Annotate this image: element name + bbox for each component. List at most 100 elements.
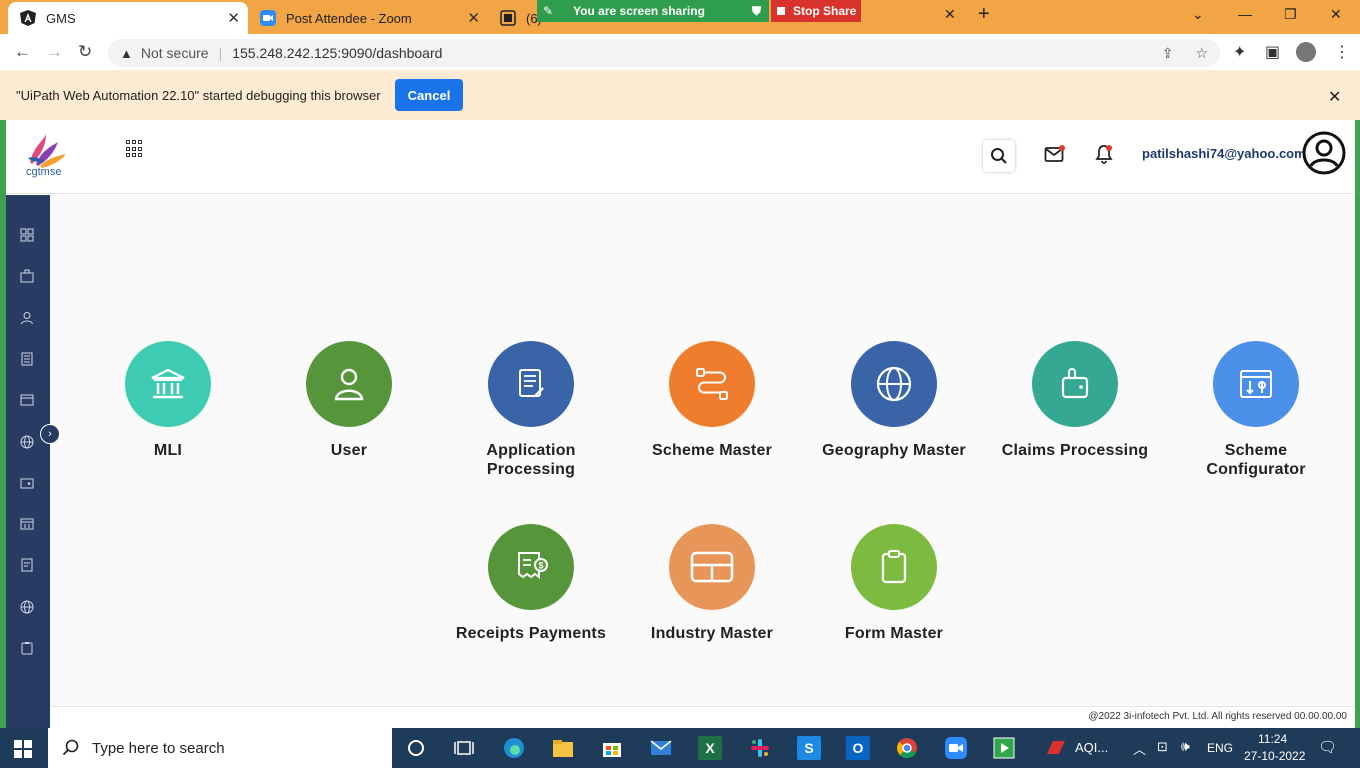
tab-other[interactable]: (6): [488, 2, 542, 34]
screen-share-banner: ✎ You are screen sharing ⛊: [537, 0, 769, 22]
document-icon[interactable]: [19, 351, 35, 367]
close-tab-icon[interactable]: ✕: [227, 9, 240, 27]
volume-icon[interactable]: 🕪: [1181, 738, 1190, 755]
tile-scheme-master[interactable]: Scheme Master: [632, 341, 792, 460]
notification-center-icon[interactable]: 🗨: [1318, 738, 1337, 756]
tile-label: Scheme Configurator: [1206, 442, 1306, 478]
tile-label: Industry Master: [650, 625, 774, 642]
wallet-icon[interactable]: [19, 475, 35, 491]
dashboard-icon[interactable]: [19, 227, 35, 243]
side-panel-icon[interactable]: ▣: [1265, 42, 1280, 62]
clock-time[interactable]: 11:24: [1258, 732, 1287, 746]
browser-tab-strip: GMS ✕ Post Attendee - Zoom ✕ (6) ✎ You a…: [0, 0, 1360, 34]
chevron-up-icon[interactable]: ︿: [1133, 739, 1146, 758]
tab-search-icon[interactable]: ⌄: [1192, 6, 1204, 23]
sync-app-icon[interactable]: S: [797, 736, 821, 760]
footer: @2022 3i-infotech Pvt. Ltd. All rights r…: [50, 706, 1355, 728]
tile-geography-master[interactable]: Geography Master: [814, 341, 974, 460]
outlook-icon[interactable]: O: [846, 736, 870, 760]
notification-badge: [1106, 145, 1112, 151]
store-icon[interactable]: [600, 736, 624, 760]
aqi-app-icon[interactable]: [1044, 736, 1068, 760]
config-icon: [1213, 341, 1299, 427]
receipt-icon: $: [488, 524, 574, 610]
back-icon[interactable]: ←: [14, 42, 31, 62]
apps-grid-icon[interactable]: [126, 140, 144, 158]
edge-icon[interactable]: [502, 736, 526, 760]
profile-icon[interactable]: [1296, 42, 1316, 62]
reload-icon[interactable]: ↻: [78, 42, 92, 62]
tile-industry-master[interactable]: Industry Master: [632, 524, 792, 643]
pencil-icon: ✎: [543, 4, 554, 18]
mail-icon[interactable]: [1044, 144, 1066, 166]
tile-claims-processing[interactable]: Claims Processing: [995, 341, 1155, 460]
stop-share-label: Stop Share: [793, 4, 857, 18]
clipboard-icon[interactable]: [19, 640, 35, 656]
minimize-icon[interactable]: —: [1238, 6, 1252, 22]
window-icon[interactable]: [19, 392, 35, 408]
task-view-icon[interactable]: [452, 736, 476, 760]
network-icon[interactable]: ⊡: [1157, 739, 1168, 755]
briefcase-icon[interactable]: [19, 268, 35, 284]
slack-icon[interactable]: [748, 736, 772, 760]
warning-icon: ▲: [120, 45, 133, 61]
close-tab-icon[interactable]: ✕: [944, 6, 956, 23]
config-icon[interactable]: [19, 516, 35, 532]
tile-scheme-configurator[interactable]: Scheme Configurator: [1176, 341, 1336, 479]
file-explorer-icon[interactable]: [551, 736, 575, 760]
cortana-icon[interactable]: [404, 736, 428, 760]
chrome-icon[interactable]: [895, 736, 919, 760]
user-avatar-icon[interactable]: [1302, 131, 1346, 175]
excel-icon[interactable]: X: [698, 736, 722, 760]
receipt-icon[interactable]: [19, 557, 35, 573]
windows-start-icon[interactable]: [14, 740, 32, 758]
tab-zoom[interactable]: Post Attendee - Zoom ✕: [248, 2, 488, 34]
taskbar-search-input[interactable]: Type here to search: [48, 728, 392, 768]
tile-application-processing[interactable]: Application Processing: [451, 341, 611, 479]
language-indicator[interactable]: ENG: [1207, 741, 1233, 755]
search-button[interactable]: [983, 140, 1015, 172]
tile-label: Application Processing: [486, 442, 576, 478]
player-icon[interactable]: [992, 736, 1016, 760]
screen-share-text: You are screen sharing: [573, 4, 705, 18]
zoom-icon[interactable]: [944, 736, 968, 760]
app-viewport: cgtmse patilshashi74@yahoo.com › MLI Use…: [6, 120, 1355, 728]
cancel-button[interactable]: Cancel: [395, 79, 463, 111]
user-email[interactable]: patilshashi74@yahoo.com: [1142, 146, 1306, 161]
close-tab-icon[interactable]: ✕: [467, 9, 480, 27]
document-edit-icon: [488, 341, 574, 427]
tile-user[interactable]: User: [269, 341, 429, 460]
globe-icon: [851, 341, 937, 427]
card-icon: [669, 524, 755, 610]
clock-date[interactable]: 27-10-2022: [1244, 749, 1305, 763]
sidebar-expand-button[interactable]: ›: [40, 424, 60, 444]
tile-form-master[interactable]: Form Master: [814, 524, 974, 643]
tab-gms[interactable]: GMS ✕: [8, 2, 248, 34]
mail-app-icon[interactable]: [649, 736, 673, 760]
close-window-icon[interactable]: ✕: [1330, 6, 1342, 23]
share-icon[interactable]: ⇪: [1162, 45, 1174, 62]
tile-label: Geography Master: [822, 442, 966, 459]
globe-icon[interactable]: [19, 434, 35, 450]
tab-title: Post Attendee - Zoom: [286, 10, 412, 26]
bookmark-star-icon[interactable]: ☆: [1195, 45, 1208, 62]
restore-icon[interactable]: ❐: [1284, 6, 1297, 23]
aqi-app-label[interactable]: AQI...: [1075, 740, 1108, 755]
new-tab-button[interactable]: +: [978, 3, 990, 26]
user-icon: [306, 341, 392, 427]
notification-bell-icon[interactable]: [1094, 144, 1116, 166]
forward-icon[interactable]: →: [46, 42, 63, 62]
app-icon: [500, 10, 516, 26]
globe-icon[interactable]: [19, 599, 35, 615]
stop-share-button[interactable]: Stop Share: [771, 0, 861, 22]
menu-icon[interactable]: ⋮: [1334, 42, 1350, 62]
close-icon[interactable]: ✕: [1328, 87, 1341, 107]
address-bar[interactable]: ▲ Not secure | 155.248.242.125:9090/dash…: [108, 39, 1220, 67]
tile-receipts-payments[interactable]: $ Receipts Payments: [451, 524, 611, 643]
tile-label: Scheme Master: [652, 442, 772, 459]
tile-mli[interactable]: MLI: [88, 341, 248, 460]
user-icon[interactable]: [19, 310, 35, 326]
app-header: cgtmse patilshashi74@yahoo.com: [6, 120, 1355, 194]
extensions-icon[interactable]: ✦: [1233, 42, 1246, 62]
windows-taskbar: Type here to search X S O AQI... ︿ ⊡ 🕪 E…: [0, 728, 1360, 768]
